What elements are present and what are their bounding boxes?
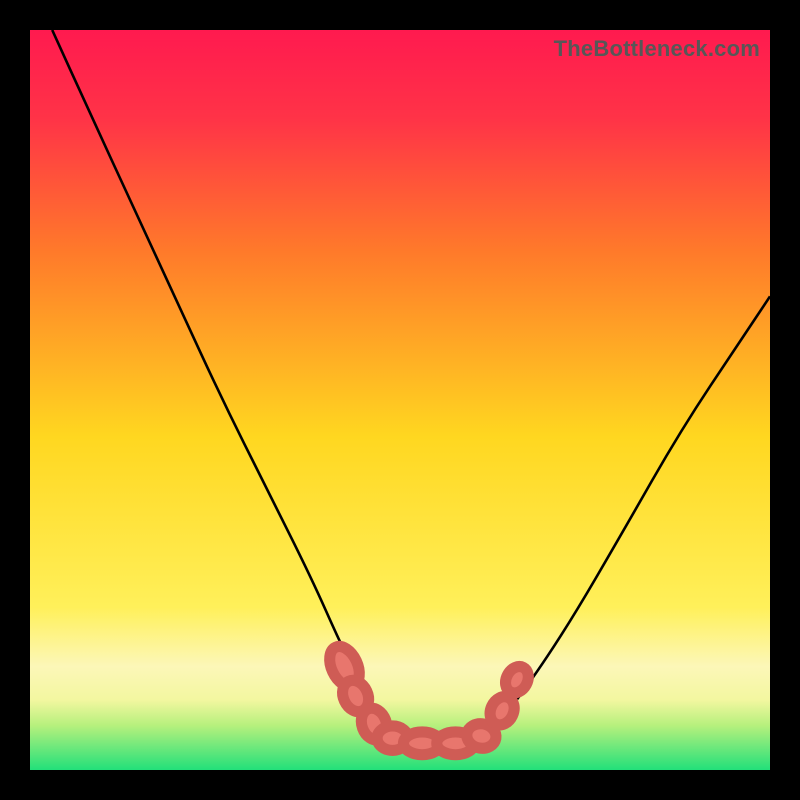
plot-area: TheBottleneck.com [30, 30, 770, 770]
curve-marker [501, 663, 533, 697]
bottleneck-curve [30, 30, 770, 770]
chart-frame: TheBottleneck.com [0, 0, 800, 800]
curve-path [52, 30, 770, 743]
curve-markers [324, 642, 533, 755]
